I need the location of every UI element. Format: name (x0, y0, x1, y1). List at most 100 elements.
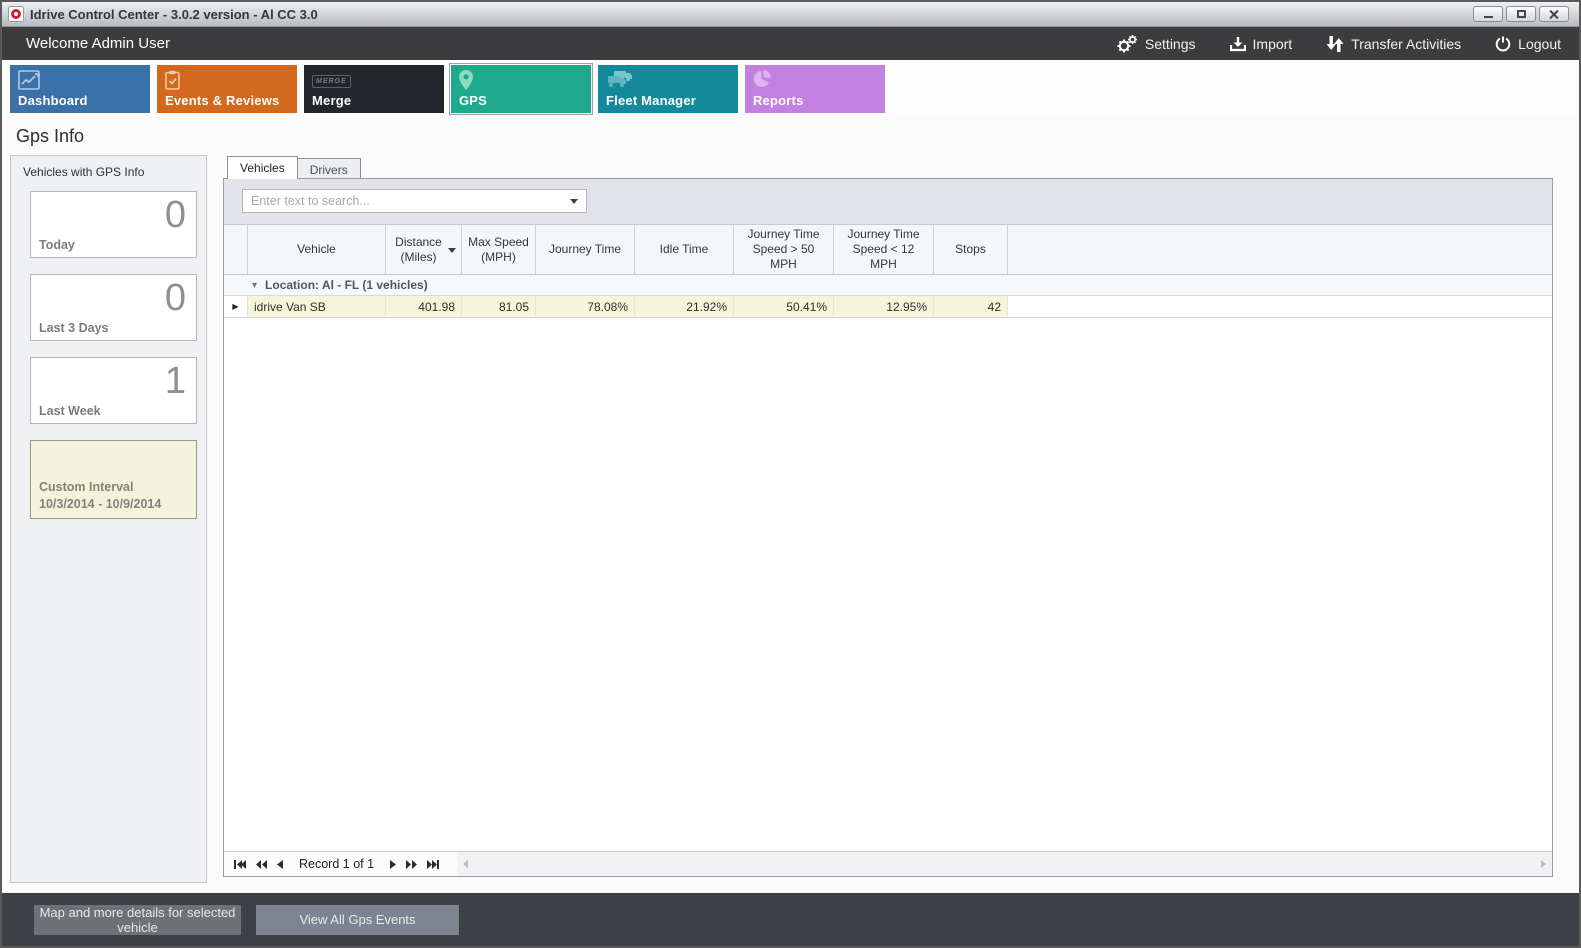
tile-gps[interactable]: GPS (451, 65, 591, 113)
interval-card-today[interactable]: 0Today (30, 191, 197, 258)
sidebar-header: Vehicles with GPS Info (11, 156, 206, 191)
column-header-label: Journey Time Speed > 50 MPH (738, 227, 829, 272)
last-record-icon[interactable] (427, 860, 439, 869)
column-header-idle-time[interactable]: Idle Time (635, 225, 734, 274)
close-button[interactable] (1539, 6, 1569, 22)
table-row[interactable]: ▶idrive Van SB401.9881.0578.08%21.92%50.… (224, 296, 1552, 318)
interval-card-last-week[interactable]: 1Last Week (30, 357, 197, 424)
map-details-button[interactable]: Map and more details for selected vehicl… (34, 905, 241, 935)
tile-events-reviews[interactable]: Events & Reviews (157, 65, 297, 113)
interval-card-custom-interval[interactable]: Custom Interval10/3/2014 - 10/9/2014 (30, 440, 197, 519)
merge-chip-icon: MERGE (312, 70, 351, 88)
window-titlebar: Idrive Control Center - 3.0.2 version - … (2, 2, 1579, 27)
tile-reports[interactable]: Reports (745, 65, 885, 113)
column-header-label: Stops (955, 242, 986, 257)
search-strip (224, 179, 1552, 225)
tile-dashboard[interactable]: Dashboard (10, 65, 150, 113)
prev-record-icon[interactable] (277, 860, 283, 869)
import-button[interactable]: Import (1230, 36, 1293, 52)
search-combobox[interactable] (242, 189, 587, 213)
cell-value[interactable]: 42 (934, 296, 1008, 317)
toolbar-actions: Settings Import Transfer Activities Logout (1116, 35, 1561, 53)
main-area: VehiclesDrivers Vehicle Distance (Miles) M… (223, 155, 1553, 893)
interval-cards: 0Today 0 Last 3 Days 1Last Week Custom Inter… (11, 191, 206, 535)
card-value: 0 (165, 279, 186, 317)
cell-vehicle-name[interactable]: idrive Van SB (248, 296, 386, 317)
card-value: 1 (165, 362, 186, 400)
gears-icon (1116, 35, 1138, 53)
next-record-icon[interactable] (390, 860, 396, 869)
column-header-label: Journey Time Speed < 12 MPH (838, 227, 929, 272)
tile-label: Dashboard (18, 93, 88, 108)
column-header-stops[interactable]: Stops (934, 225, 1008, 274)
tab-vehicles[interactable]: Vehicles (227, 156, 298, 179)
cell-value[interactable]: 12.95% (834, 296, 934, 317)
first-record-icon[interactable] (234, 860, 246, 869)
clipboard-check-icon (165, 70, 180, 95)
transfer-activities-button[interactable]: Transfer Activities (1326, 35, 1461, 53)
line-chart-icon (18, 70, 40, 95)
prev-page-icon[interactable] (256, 860, 267, 869)
group-row-location[interactable]: ▾ Location: Al - FL (1 vehicles) (224, 275, 1552, 296)
cell-value[interactable]: 401.98 (386, 296, 462, 317)
tile-label: Merge (312, 93, 351, 108)
column-menu-icon[interactable] (448, 248, 456, 253)
column-header-label: Journey Time (549, 242, 621, 257)
scroll-left-icon[interactable] (463, 860, 468, 868)
module-tiles: Dashboard Events & Reviews MERGE Merge GPS Fl… (2, 60, 1579, 117)
chevron-down-icon[interactable] (570, 199, 578, 204)
header-filler (1008, 225, 1552, 274)
column-header-label: Idle Time (660, 242, 709, 257)
pie-chart-icon (753, 70, 772, 94)
record-nav-buttons-right (380, 860, 449, 869)
cell-value[interactable]: 81.05 (462, 296, 536, 317)
top-toolbar: Welcome Admin User Settings Import Transfe… (2, 27, 1579, 60)
search-input[interactable] (251, 194, 570, 208)
card-label: Last 3 Days (39, 321, 108, 335)
tile-label: Reports (753, 93, 804, 108)
tab-strip: VehiclesDrivers (223, 155, 1553, 178)
column-header-journey-time-speed-50-mph[interactable]: Journey Time Speed > 50 MPH (734, 225, 834, 274)
cell-value[interactable]: 21.92% (635, 296, 734, 317)
settings-button[interactable]: Settings (1116, 35, 1196, 53)
window-controls (1473, 6, 1573, 22)
tile-merge[interactable]: MERGE Merge (304, 65, 444, 113)
trucks-icon (606, 70, 632, 93)
column-header-distance-miles-[interactable]: Distance (Miles) (386, 225, 462, 274)
column-header-vehicle[interactable]: Vehicle (248, 225, 386, 274)
horizontal-scrollbar[interactable] (457, 852, 1552, 876)
cell-value[interactable]: 78.08% (536, 296, 635, 317)
column-header-label: Vehicle (297, 242, 336, 257)
view-all-gps-events-button[interactable]: View All Gps Events (256, 905, 459, 935)
tile-fleet-manager[interactable]: Fleet Manager (598, 65, 738, 113)
toolbar-action-label: Settings (1145, 36, 1196, 52)
collapse-caret-icon[interactable]: ▾ (252, 280, 257, 291)
logout-button[interactable]: Logout (1495, 36, 1561, 52)
gps-summary-sidebar: Vehicles with GPS Info 0Today 0 Last 3 Day… (10, 155, 207, 883)
welcome-text: Welcome Admin User (26, 35, 170, 52)
column-header-max-speed-mph-[interactable]: Max Speed (MPH) (462, 225, 536, 274)
next-page-icon[interactable] (406, 860, 417, 869)
cell-value[interactable]: 50.41% (734, 296, 834, 317)
card-label: Custom Interval10/3/2014 - 10/9/2014 (39, 479, 161, 513)
record-status: Record 1 of 1 (293, 857, 380, 871)
interval-card-last-3-days[interactable]: 0 Last 3 Days (30, 274, 197, 341)
column-header-label: Distance (Miles) (390, 235, 457, 265)
power-icon (1495, 36, 1511, 52)
maximize-button[interactable] (1506, 6, 1536, 22)
tab-drivers[interactable]: Drivers (298, 158, 361, 178)
toolbar-action-label: Import (1253, 36, 1293, 52)
minimize-button[interactable] (1473, 6, 1503, 22)
tile-label: Fleet Manager (606, 93, 696, 108)
column-header-journey-time-speed-12-mph[interactable]: Journey Time Speed < 12 MPH (834, 225, 934, 274)
column-header-journey-time[interactable]: Journey Time (536, 225, 635, 274)
content: Vehicles with GPS Info 0Today 0 Last 3 Day… (2, 155, 1579, 893)
card-label: Today (39, 238, 75, 252)
vehicles-panel: Vehicle Distance (Miles) Max Speed (MPH) Jo… (223, 178, 1553, 877)
transfer-arrows-icon (1326, 35, 1344, 53)
minimize-icon (1484, 16, 1493, 18)
maximize-icon (1517, 10, 1526, 18)
column-header-label: Max Speed (MPH) (466, 235, 531, 265)
scroll-right-icon[interactable] (1541, 860, 1546, 868)
tile-label: Events & Reviews (165, 93, 279, 108)
